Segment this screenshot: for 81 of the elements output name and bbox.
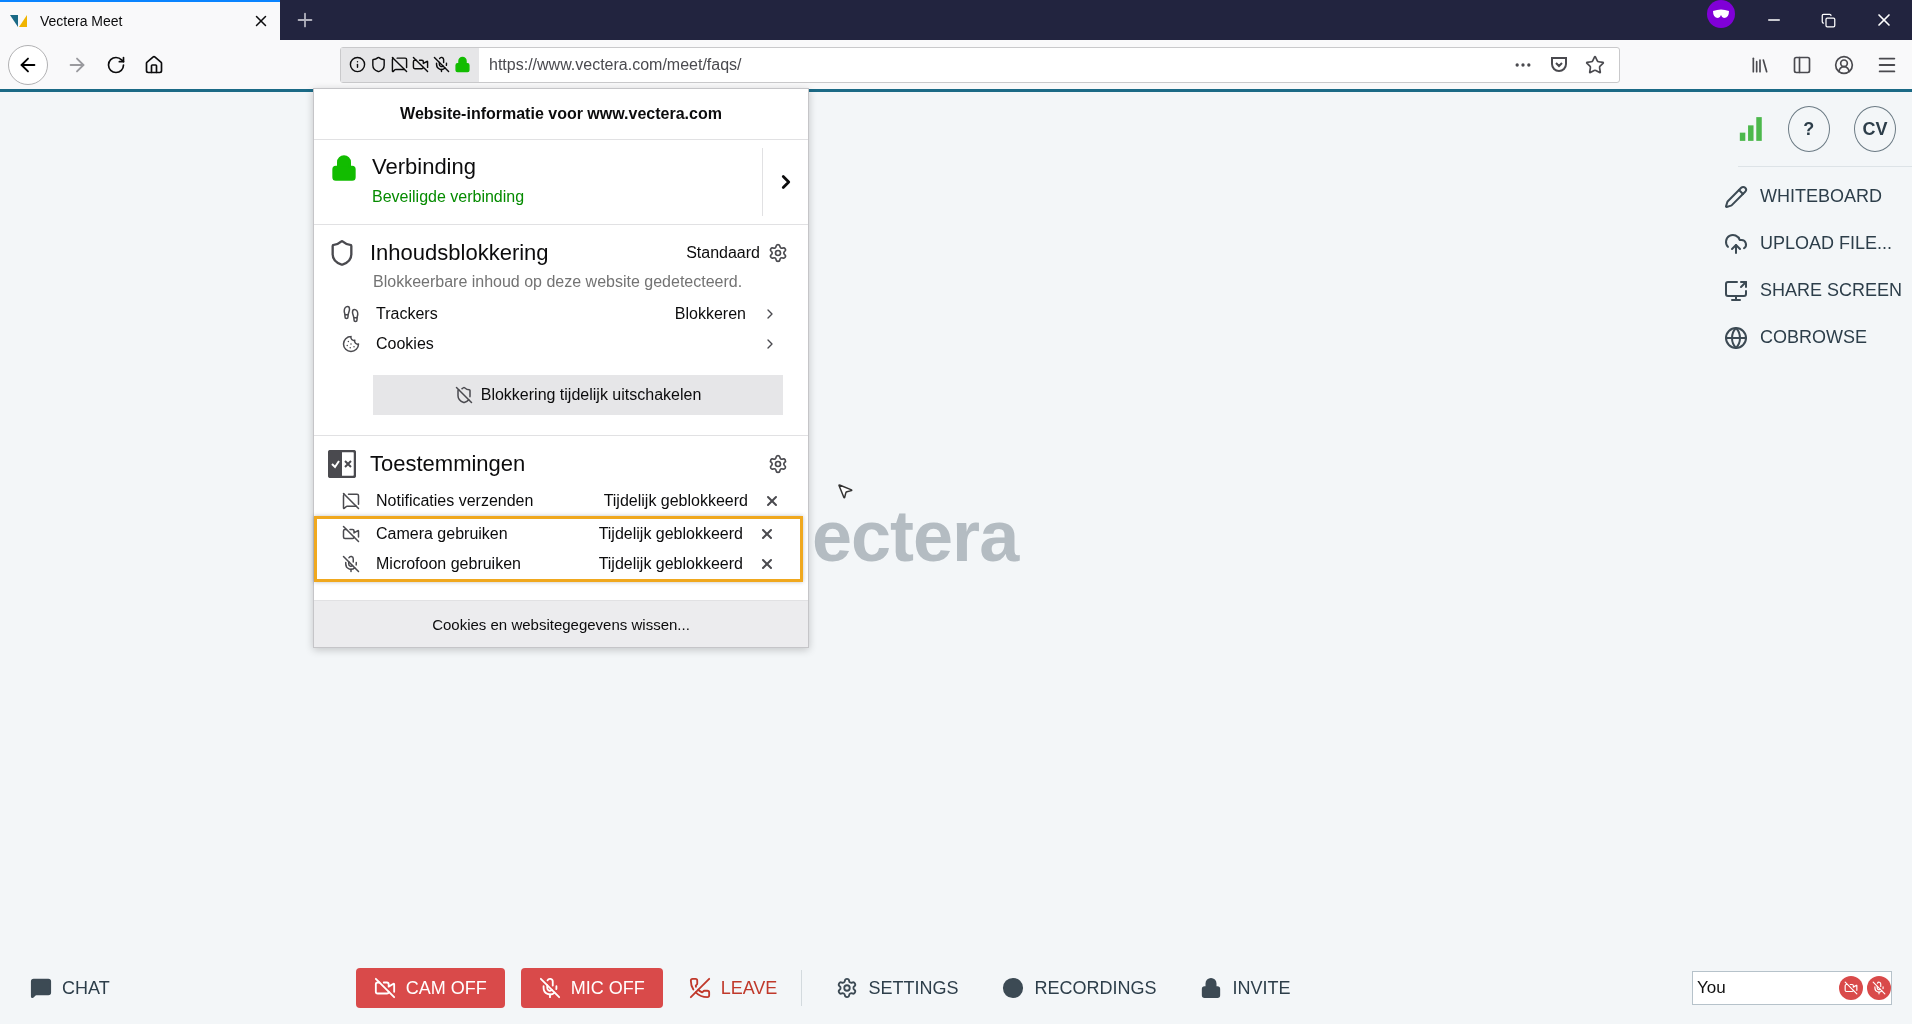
lock-icon	[454, 56, 471, 73]
shield-off-icon	[454, 386, 473, 404]
share-screen-icon	[1724, 278, 1748, 303]
close-icon	[759, 556, 775, 572]
globe-icon	[1724, 325, 1748, 350]
notification-off-icon	[342, 492, 360, 510]
control-button[interactable]: LEAVE	[678, 968, 788, 1008]
control-button[interactable]: INVITE	[1190, 968, 1301, 1008]
private-browsing-icon	[1707, 0, 1735, 28]
blocking-mode: Standaard	[686, 244, 760, 262]
settings-icon[interactable]	[768, 454, 788, 474]
blocking-item[interactable]: Cookies	[314, 329, 808, 359]
control-button[interactable]: MIC OFF	[520, 968, 663, 1008]
mic-off-icon	[433, 56, 450, 73]
logo-icon	[10, 13, 30, 29]
camera-off-icon[interactable]	[1839, 976, 1863, 1000]
home-button[interactable]	[144, 54, 164, 75]
tab-title: Vectera Meet	[40, 13, 124, 29]
permission-state: Tijdelijk geblokkeerd	[603, 492, 748, 510]
back-button[interactable]	[8, 44, 48, 85]
phone-icon	[688, 977, 711, 999]
chat-button[interactable]: CHAT	[20, 968, 120, 1008]
clear-data-button[interactable]: Cookies en websitegegevens wissen...	[314, 601, 808, 647]
permission-state: Tijdelijk geblokkeerd	[598, 555, 743, 573]
blocking-item[interactable]: Trackers Blokkeren	[314, 299, 808, 329]
self-view-name-field[interactable]: You	[1692, 971, 1892, 1005]
mic-off-icon	[538, 977, 561, 999]
account-icon[interactable]	[1834, 54, 1854, 75]
reload-icon	[106, 54, 126, 75]
cloud-upload-icon	[1724, 231, 1748, 256]
reload-button[interactable]	[106, 54, 126, 75]
settings-icon	[836, 977, 859, 999]
panel-title: Website-informatie voor www.vectera.com	[314, 89, 808, 140]
disable-blocking-button[interactable]: Blokkering tijdelijk uitschakelen	[373, 375, 783, 415]
permission-state: Tijdelijk geblokkeerd	[598, 525, 743, 543]
camera-off-icon	[342, 525, 360, 543]
browser-tab[interactable]: Vectera Meet	[0, 0, 280, 40]
mic-off-icon[interactable]	[1867, 976, 1891, 1000]
close-icon	[764, 493, 780, 509]
cursor-icon	[836, 482, 854, 500]
remove-button[interactable]	[759, 556, 775, 572]
settings-icon[interactable]	[768, 243, 788, 263]
camera-off-icon	[373, 977, 396, 999]
home-icon	[144, 54, 164, 75]
pencil-icon	[1724, 184, 1748, 209]
section-heading: Inhoudsblokkering	[370, 240, 549, 266]
mic-off-icon	[342, 555, 360, 573]
remove-button[interactable]	[764, 493, 780, 509]
restore-icon[interactable]	[1821, 12, 1836, 28]
permission-label: Notificaties verzenden	[376, 492, 535, 510]
close-icon	[759, 526, 775, 542]
connection-status: Beveiligde verbinding	[372, 188, 525, 206]
shield-icon	[370, 56, 387, 73]
logo-text: ectera	[812, 506, 1019, 568]
sidebar-icon[interactable]	[1792, 54, 1812, 75]
control-button[interactable]: SETTINGS	[826, 968, 969, 1008]
side-menu-item[interactable]: COBROWSE	[1692, 314, 1912, 361]
permissions-icon	[328, 450, 356, 478]
section-heading: Toestemmingen	[370, 451, 526, 477]
control-button[interactable]: RECORDINGS	[992, 968, 1167, 1008]
signal-icon	[1738, 115, 1764, 143]
remove-button[interactable]	[759, 526, 775, 542]
info-icon	[349, 56, 366, 73]
footprints-icon	[342, 305, 360, 323]
control-button[interactable]: CAM OFF	[355, 968, 505, 1008]
star-icon[interactable]	[1585, 54, 1605, 75]
record-icon	[1002, 977, 1025, 999]
permission-label: Camera gebruiken	[376, 525, 509, 543]
permission-label: Microfoon gebruiken	[376, 555, 522, 573]
side-menu-item[interactable]: UPLOAD FILE...	[1692, 220, 1912, 267]
pocket-icon[interactable]	[1549, 54, 1569, 75]
side-menu-item[interactable]: SHARE SCREEN	[1692, 267, 1912, 314]
chat-icon	[30, 977, 52, 999]
cookie-icon	[342, 335, 360, 353]
notification-off-icon	[391, 56, 408, 73]
blocking-description: Blokkeerbare inhoud op deze website gedetecteerd.	[372, 272, 744, 292]
side-menu-item[interactable]: WHITEBOARD	[1692, 173, 1912, 220]
section-heading: Verbinding	[372, 154, 477, 180]
camera-off-icon	[412, 56, 429, 73]
site-identity-button[interactable]	[341, 47, 479, 82]
lock-icon	[1200, 977, 1223, 999]
